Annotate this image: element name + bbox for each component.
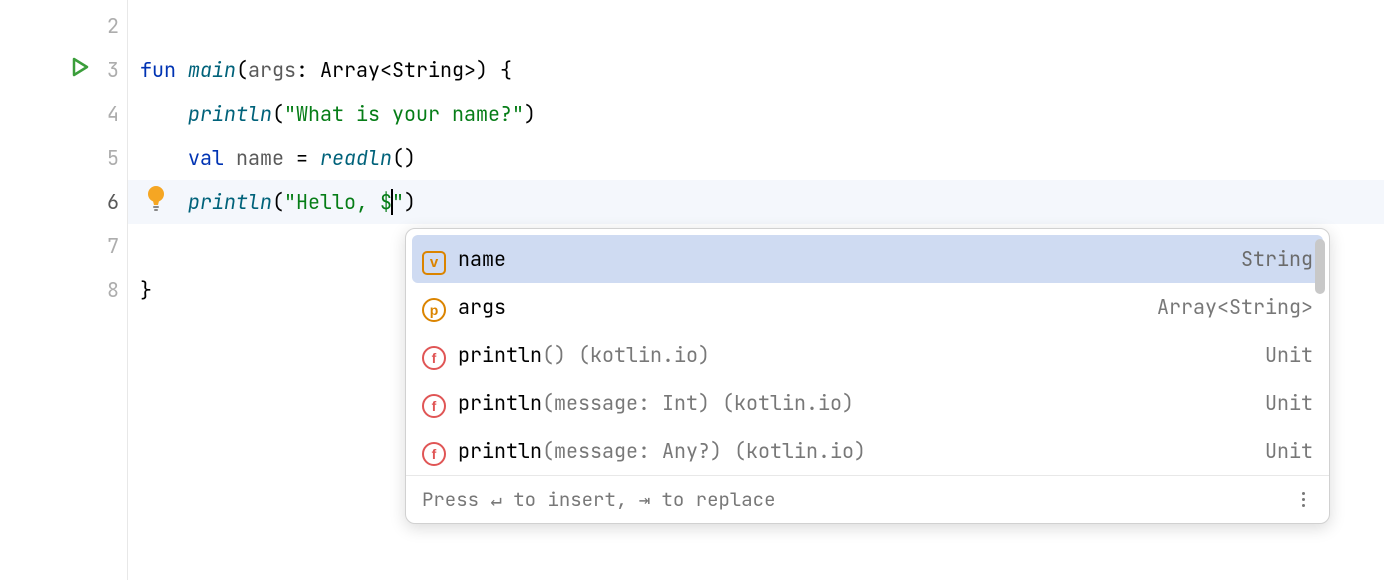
variable-icon: v	[422, 247, 446, 271]
completion-item[interactable]: f println (message: Any?) (kotlin.io) Un…	[412, 427, 1323, 475]
keyword: fun	[140, 57, 176, 83]
completion-footer: Press ↵ to insert, ⇥ to replace	[406, 475, 1329, 523]
function-call: println	[188, 189, 272, 215]
line-number: 2	[89, 13, 119, 39]
code-line[interactable]	[140, 4, 1384, 48]
gutter-row[interactable]: 4	[0, 92, 127, 136]
completion-item[interactable]: p args Array<String>	[412, 283, 1323, 331]
function-icon: f	[422, 343, 446, 367]
function-icon: f	[422, 439, 446, 463]
code-line[interactable]: val name = readln()	[140, 136, 1384, 180]
completion-item[interactable]: f println (message: Int) (kotlin.io) Uni…	[412, 379, 1323, 427]
function-call: readln	[320, 145, 392, 171]
completion-popup: v name String p args Array<String> f pri…	[405, 228, 1330, 524]
scrollbar-thumb[interactable]	[1315, 239, 1325, 294]
completion-type: Unit	[1265, 342, 1313, 368]
gutter: 2 3 4 5 6 7 8	[0, 0, 128, 580]
closing-brace: }	[140, 277, 152, 303]
run-icon[interactable]	[70, 57, 90, 83]
code-line[interactable]: fun main(args: Array<String>) {	[140, 48, 1384, 92]
completion-type: Array<String>	[1157, 294, 1313, 320]
completion-name: name	[458, 246, 506, 272]
line-number: 6	[89, 189, 119, 215]
completion-signature: (message: Any?) (kotlin.io)	[542, 438, 866, 464]
gutter-row[interactable]: 5	[0, 136, 127, 180]
identifier: name	[236, 145, 284, 171]
code-line-current[interactable]: println("Hello, $")	[128, 180, 1384, 224]
gutter-row[interactable]: 2	[0, 4, 127, 48]
class-name: Array	[320, 57, 380, 83]
line-number: 8	[89, 277, 119, 303]
function-call: println	[188, 101, 272, 127]
gutter-row[interactable]: 7	[0, 224, 127, 268]
string-literal: "	[392, 189, 404, 215]
keyword: val	[188, 145, 224, 171]
line-number: 3	[89, 57, 119, 83]
completion-name: println	[458, 390, 542, 416]
gutter-row[interactable]: 6	[0, 180, 127, 224]
line-number: 4	[89, 101, 119, 127]
completion-type: Unit	[1265, 390, 1313, 416]
gutter-row[interactable]: 8	[0, 268, 127, 312]
function-icon: f	[422, 391, 446, 415]
string-literal: "What is your name?"	[284, 101, 524, 127]
completion-type: Unit	[1265, 438, 1313, 464]
completion-item[interactable]: f println () (kotlin.io) Unit	[412, 331, 1323, 379]
code-line[interactable]: println("What is your name?")	[140, 92, 1384, 136]
completion-name: println	[458, 438, 542, 464]
completion-signature: (message: Int) (kotlin.io)	[542, 390, 854, 416]
parameter: args	[248, 57, 296, 83]
completion-item[interactable]: v name String	[412, 235, 1323, 283]
completion-type: String	[1241, 246, 1313, 272]
function-name: main	[188, 57, 236, 83]
completion-name: println	[458, 342, 542, 368]
completion-hint: Press ↵ to insert, ⇥ to replace	[422, 487, 1293, 512]
intention-bulb-icon[interactable]	[145, 184, 167, 218]
class-name: String	[392, 57, 464, 83]
parameter-icon: p	[422, 295, 446, 319]
completion-signature: () (kotlin.io)	[542, 342, 710, 368]
gutter-row[interactable]: 3	[0, 48, 127, 92]
completion-name: args	[458, 294, 506, 320]
completion-list: v name String p args Array<String> f pri…	[406, 229, 1329, 475]
line-number: 7	[89, 233, 119, 259]
line-number: 5	[89, 145, 119, 171]
more-icon[interactable]	[1293, 492, 1313, 507]
string-literal: "Hello, $	[284, 189, 392, 215]
